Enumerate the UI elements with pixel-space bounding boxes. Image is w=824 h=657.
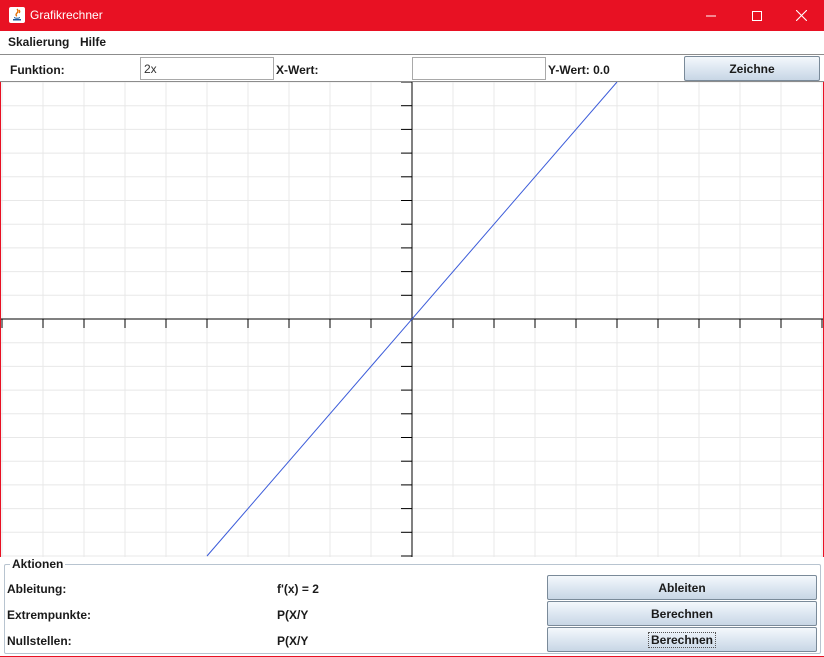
- window-title: Grafikrechner: [30, 8, 103, 22]
- graph-svg: [1, 82, 823, 557]
- close-icon: [795, 10, 807, 21]
- actions-panel: Aktionen Ableitung: f'(x) = 2 Ableiten E…: [4, 557, 821, 654]
- derive-button[interactable]: Ableiten: [547, 575, 817, 600]
- function-label: Funktion:: [10, 63, 65, 77]
- close-button[interactable]: [778, 0, 824, 31]
- actions-title: Aktionen: [10, 557, 66, 571]
- draw-button[interactable]: Zeichne: [684, 56, 820, 81]
- function-toolbar: Funktion: X-Wert: Y-Wert: 0.0 Zeichne: [0, 54, 824, 82]
- function-input[interactable]: [140, 57, 274, 80]
- maximize-icon: [752, 10, 762, 21]
- menu-hilfe[interactable]: Hilfe: [80, 35, 106, 49]
- derivative-value: f'(x) = 2: [277, 582, 319, 596]
- extrema-value: P(X/Y: [277, 608, 309, 622]
- maximize-button[interactable]: [734, 0, 780, 31]
- minimize-icon: [706, 15, 716, 16]
- y-value-readout: Y-Wert: 0.0: [548, 63, 610, 77]
- roots-calc-button-label: Berechnen: [647, 631, 717, 648]
- extrema-label: Extrempunkte:: [7, 608, 92, 622]
- roots-calc-button[interactable]: Berechnen: [547, 627, 817, 652]
- minimize-button[interactable]: [688, 0, 734, 31]
- x-value-label: X-Wert:: [276, 63, 319, 77]
- roots-value: P(X/Y: [277, 634, 309, 648]
- x-value-input[interactable]: [412, 57, 546, 80]
- derivative-label: Ableitung:: [7, 582, 67, 596]
- menu-skalierung[interactable]: Skalierung: [8, 35, 69, 49]
- extrema-calc-button[interactable]: Berechnen: [547, 601, 817, 626]
- title-bar: Grafikrechner: [0, 0, 824, 31]
- java-app-icon: [9, 7, 25, 23]
- graph-canvas[interactable]: [0, 82, 824, 557]
- roots-label: Nullstellen:: [7, 634, 72, 648]
- menu-bar: Skalierung Hilfe: [0, 31, 824, 53]
